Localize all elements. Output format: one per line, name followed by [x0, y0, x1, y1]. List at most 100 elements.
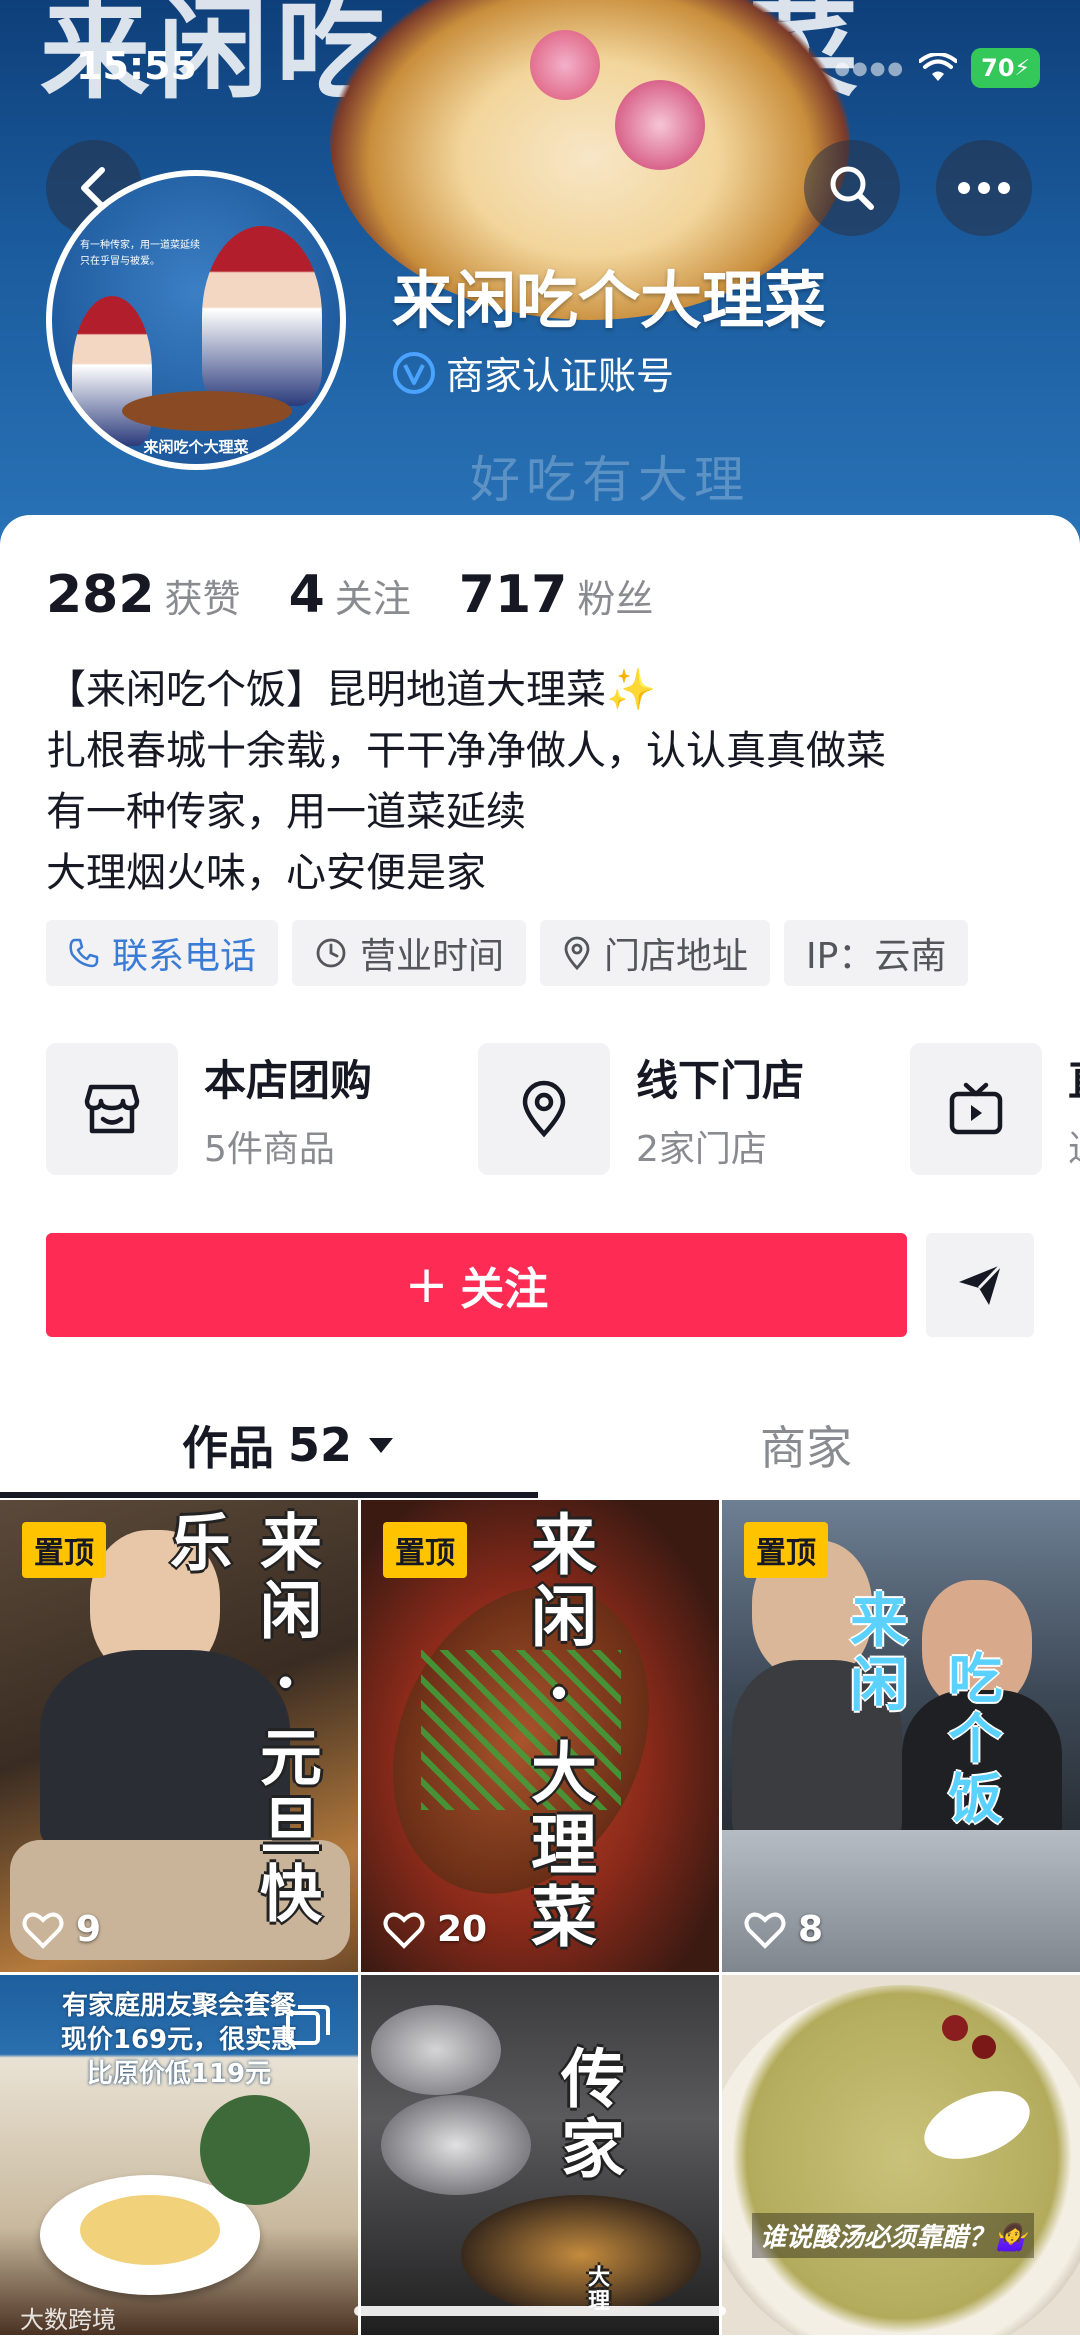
live-entry[interactable]: 直 近: [910, 1043, 1080, 1175]
video-likes: 20: [383, 1909, 487, 1950]
heart-icon: [744, 1912, 786, 1949]
content-tabs: 作品 52 商家: [0, 1395, 1080, 1505]
search-button[interactable]: [804, 140, 900, 236]
send-icon: [959, 1263, 1003, 1305]
pinned-badge: 置顶: [22, 1522, 106, 1578]
video-likes-count: 8: [798, 1909, 824, 1950]
video-tile[interactable]: 传家 大理: [361, 1975, 719, 2335]
phone-icon: [69, 938, 99, 968]
group-buy-entry[interactable]: 本店团购 5件商品: [46, 1043, 372, 1175]
followers-label[interactable]: 粉丝: [577, 568, 653, 623]
video-overlay-text: 吃个饭: [939, 1650, 1003, 1830]
video-overlay-text: 来闲·大理菜: [520, 1510, 598, 1954]
live-subtitle: 近: [1068, 1120, 1080, 1172]
following-count[interactable]: 4: [289, 565, 325, 625]
pinned-badge: 置顶: [744, 1522, 828, 1578]
profile-avatar[interactable]: 有一种传家，用一道菜延续 只在乎冒与被爱。 来闲吃个大理菜: [46, 170, 346, 470]
verified-icon: [393, 351, 435, 394]
store-address-chip[interactable]: 门店地址: [540, 920, 771, 986]
tab-works-count: 52: [288, 1418, 353, 1472]
watermark: 大数跨境: [20, 2306, 116, 2334]
banner-subtitle: 好吃有大理: [470, 451, 750, 509]
tab-merchant[interactable]: 商家: [760, 1395, 852, 1495]
status-time: 15:55: [76, 44, 197, 88]
home-indicator: [354, 2306, 726, 2316]
followers-count[interactable]: 717: [459, 565, 568, 625]
service-icon-box: [910, 1043, 1042, 1175]
video-tile[interactable]: 置顶 来闲 吃个饭 8: [722, 1500, 1080, 1972]
pinned-badge: 置顶: [383, 1522, 467, 1578]
bio-line: 【来闲吃个饭】昆明地道大理菜✨: [46, 667, 656, 713]
location-icon: [522, 1080, 566, 1138]
search-icon: [830, 166, 874, 210]
message-button[interactable]: [926, 1233, 1034, 1337]
signal-icon: ●●●●: [834, 57, 906, 79]
thumbnail-bowl: [371, 2005, 501, 2095]
clock-icon: [316, 938, 346, 968]
bio-line: 大理烟火味，心安便是家: [46, 850, 486, 896]
likes-count: 282: [46, 565, 155, 625]
thumbnail-bowl: [381, 2095, 531, 2195]
more-icon: [958, 182, 1010, 194]
charging-icon: ⚡: [1014, 55, 1030, 81]
verified-label: 商家认证账号: [446, 354, 675, 398]
thumbnail-counter: [722, 1830, 1080, 1972]
tab-works-label: 作品: [182, 1421, 274, 1475]
service-icon-box: [46, 1043, 178, 1175]
avatar-caption: 来闲吃个大理菜: [143, 438, 249, 456]
video-overlay-text: 来闲·元旦快乐: [159, 1510, 322, 1929]
video-tile[interactable]: 置顶 来闲·大理菜 20: [361, 1500, 719, 1972]
heart-icon: [22, 1912, 64, 1949]
video-likes-count: 20: [437, 1909, 488, 1950]
avatar-dish: [122, 391, 292, 431]
group-buy-title: 本店团购: [204, 1055, 373, 1105]
video-tile[interactable]: 置顶 来闲·元旦快乐 9: [0, 1500, 358, 1972]
bio-line: 扎根春城十余载，干干净净做人，认认真真做菜: [46, 728, 886, 774]
active-tab-indicator: [0, 1492, 538, 1498]
more-button[interactable]: [936, 140, 1032, 236]
offline-stores-entry[interactable]: 线下门店 2家门店: [478, 1043, 804, 1175]
likes-label: 获赞: [164, 577, 241, 621]
profile-bio: 【来闲吃个饭】昆明地道大理菜✨ 扎根春城十余载，干干净净做人，认认真真做菜 有一…: [46, 660, 1046, 904]
video-caption: 谁说酸汤必须靠醋？🤷‍♀️: [752, 2213, 1035, 2258]
status-icons: ●●●● 70 ⚡: [834, 48, 1040, 88]
bag-icon: [84, 1084, 140, 1134]
business-hours-label: 营业时间: [360, 936, 505, 977]
avatar-small-text: 有一种传家，用一道菜延续 只在乎冒与被爱。: [80, 240, 200, 267]
avatar-person: [202, 226, 322, 406]
video-tile[interactable]: 有家庭朋友聚会套餐 现价169元，很实惠 比原价低119元: [0, 1975, 358, 2335]
follow-button[interactable]: + 关注: [46, 1233, 907, 1337]
service-icon-box: [478, 1043, 610, 1175]
thumbnail-plant: [200, 2095, 310, 2205]
live-title: 直: [1068, 1047, 1080, 1108]
tv-icon: [949, 1082, 1003, 1135]
offline-stores-subtitle: 2家门店: [636, 1128, 767, 1170]
video-likes: 9: [22, 1909, 101, 1950]
plus-icon: +: [404, 1255, 449, 1315]
offline-stores-title: 线下门店: [636, 1055, 805, 1105]
following-label[interactable]: 关注: [335, 568, 411, 623]
battery-level: 70: [981, 54, 1015, 82]
business-hours-chip[interactable]: 营业时间: [292, 920, 527, 986]
ip-location-chip: IP：云南: [784, 920, 969, 986]
store-address-label: 门店地址: [604, 936, 749, 977]
contact-phone-chip[interactable]: 联系电话: [46, 920, 279, 986]
group-buy-subtitle: 5件商品: [204, 1128, 335, 1170]
profile-stats: 282 获赞 4 关注 717 粉丝: [46, 565, 701, 625]
info-chips: 联系电话 营业时间 门店地址 IP：云南: [46, 920, 969, 986]
caret-down-icon: [369, 1438, 394, 1453]
video-tile[interactable]: 谁说酸汤必须靠醋？🤷‍♀️: [722, 1975, 1080, 2335]
multi-image-icon: [286, 2005, 330, 2045]
status-bar: 15:55 ●●●● 70 ⚡: [0, 40, 1080, 92]
video-overlay-text: 来闲: [840, 1590, 908, 1718]
location-pin-icon: [564, 936, 590, 971]
ip-location-label: IP：云南: [806, 936, 947, 977]
contact-phone-label: 联系电话: [112, 936, 257, 977]
bio-line: 有一种传家，用一道菜延续: [46, 789, 526, 835]
follow-label: 关注: [460, 1264, 549, 1315]
battery-indicator: 70 ⚡: [971, 48, 1040, 88]
tab-works[interactable]: 作品 52: [182, 1395, 396, 1495]
flower-decoration: [615, 80, 705, 170]
profile-name: 来闲吃个大理菜: [392, 264, 827, 337]
thumbnail-date: [942, 2015, 968, 2041]
